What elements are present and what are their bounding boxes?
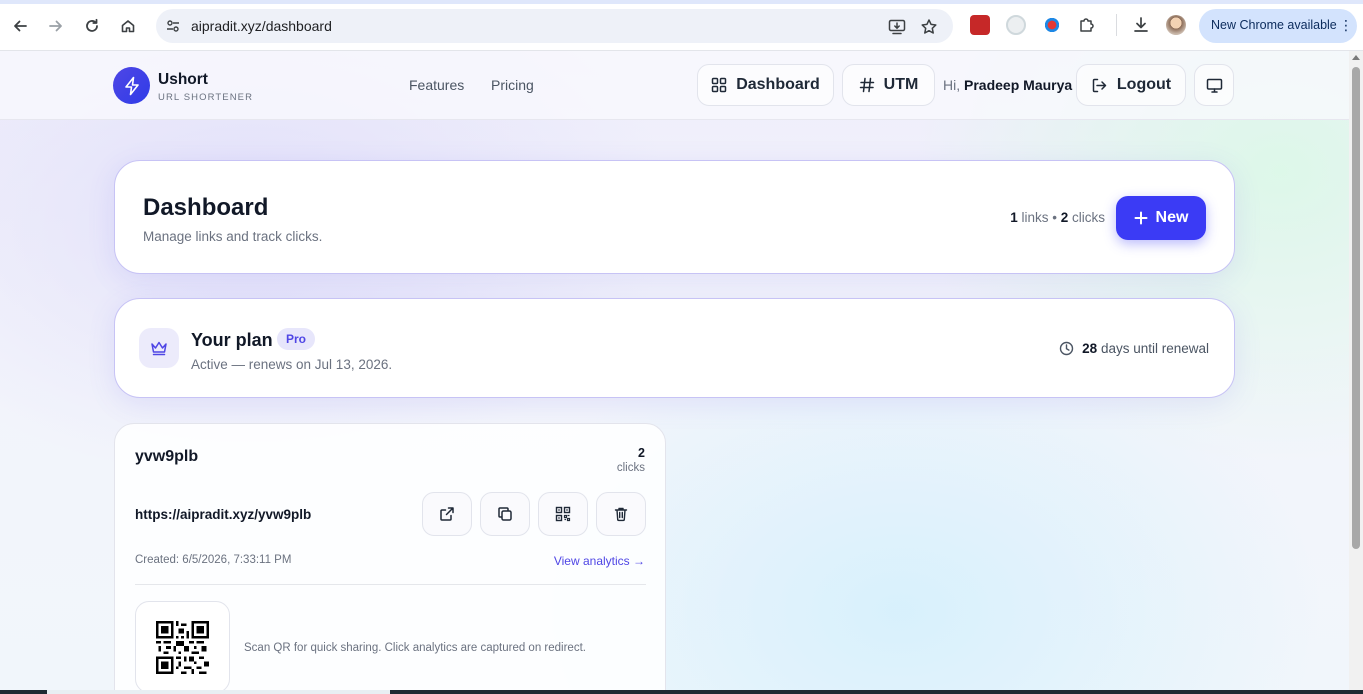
forward-icon[interactable] (42, 12, 70, 40)
brand-name[interactable]: Ushort (158, 71, 208, 89)
chrome-update-button[interactable]: New Chrome available ⋮ (1199, 9, 1357, 43)
grid-icon (711, 77, 727, 93)
clicks-count: 2 (1060, 210, 1069, 225)
logout-button[interactable]: Logout (1076, 64, 1186, 106)
qr-icon (555, 506, 571, 522)
chrome-update-label: New Chrome available (1211, 18, 1337, 32)
user-greeting: Hi, Pradeep Maurya (943, 77, 1073, 93)
link-click-stats: 1 links • 2 clicks (1010, 210, 1105, 225)
plan-badge: Pro (277, 328, 316, 350)
link-clicks-label: clicks (616, 462, 645, 474)
qr-note: Scan QR for quick sharing. Click analyti… (244, 642, 586, 654)
extension-circle-icon[interactable] (1006, 15, 1026, 35)
back-icon[interactable] (6, 12, 34, 40)
taskbar-strip (0, 690, 1363, 694)
clicks-label: clicks (1072, 210, 1105, 225)
trash-icon (614, 507, 628, 522)
links-label: links • (1021, 210, 1057, 225)
dashboard-card: Dashboard Manage links and track clicks.… (114, 160, 1235, 274)
plan-card: Your plan Pro Active — renews on Jul 13,… (114, 298, 1235, 398)
monitor-icon (1206, 78, 1222, 93)
user-name: Pradeep Maurya (964, 77, 1073, 93)
extension-lens-icon[interactable] (1042, 15, 1062, 35)
delete-link-button[interactable] (596, 492, 646, 536)
site-settings-icon[interactable] (164, 17, 182, 35)
install-app-icon[interactable] (887, 17, 907, 37)
renewal-days: 28 (1082, 341, 1098, 356)
short-url[interactable]: https://aipradit.xyz/yvw9plb (135, 507, 311, 522)
url-text[interactable]: aipradit.xyz/dashboard (191, 18, 332, 34)
qr-code-image (135, 601, 230, 693)
site-header: Ushort URL SHORTENER Features Pricing Da… (0, 51, 1349, 120)
logout-icon (1092, 78, 1107, 92)
renewal-label: days until renewal (1100, 341, 1209, 356)
downloads-icon[interactable] (1131, 15, 1151, 35)
nav-features-link[interactable]: Features (409, 77, 464, 93)
link-slug: yvw9plb (135, 448, 199, 465)
bookmark-star-icon[interactable] (919, 17, 939, 37)
hash-icon (859, 77, 874, 93)
qr-code-button[interactable] (538, 492, 588, 536)
open-link-button[interactable] (422, 492, 472, 536)
link-card: yvw9plb 2 clicks https://aipradit.xyz/yv… (114, 423, 666, 694)
logout-button-label: Logout (1116, 76, 1172, 93)
reload-icon[interactable] (78, 12, 106, 40)
home-icon[interactable] (114, 12, 142, 40)
crown-icon (139, 328, 179, 368)
page-title: Dashboard (143, 194, 269, 221)
new-link-button[interactable]: New (1116, 196, 1206, 240)
copy-link-button[interactable] (480, 492, 530, 536)
clock-icon (1059, 341, 1074, 356)
page-scrollbar[interactable] (1349, 51, 1363, 694)
page-subtitle: Manage links and track clicks. (143, 229, 323, 244)
external-link-icon (440, 507, 454, 521)
dashboard-button[interactable]: Dashboard (697, 64, 834, 106)
dashboard-button-label: Dashboard (736, 76, 820, 93)
view-analytics-link[interactable]: View analytics → (554, 554, 645, 568)
links-count: 1 (1010, 210, 1018, 225)
scrollbar-thumb[interactable] (1352, 67, 1360, 549)
plus-icon (1134, 211, 1148, 225)
address-bar[interactable]: aipradit.xyz/dashboard (156, 9, 953, 43)
theme-toggle-button[interactable] (1194, 64, 1234, 106)
page-viewport: Ushort URL SHORTENER Features Pricing Da… (0, 51, 1349, 694)
profile-avatar[interactable] (1166, 15, 1186, 35)
plan-title: Your plan (191, 330, 273, 350)
extensions-puzzle-icon[interactable] (1077, 15, 1097, 35)
utm-button-label: UTM (883, 76, 919, 93)
toolbar-separator (1116, 14, 1117, 36)
link-created-date: Created: 6/5/2026, 7:33:11 PM (135, 554, 292, 566)
plan-status: Active — renews on Jul 13, 2026. (191, 357, 393, 372)
divider (135, 584, 646, 585)
scroll-up-arrow-icon[interactable] (1352, 55, 1360, 60)
nav-pricing-link[interactable]: Pricing (491, 77, 534, 93)
link-clicks-count: 2 (638, 446, 645, 460)
extension-red-icon[interactable] (970, 15, 990, 35)
more-menu-icon[interactable]: ⋮ (1339, 17, 1353, 34)
taskbar-segment (47, 690, 390, 694)
copy-icon (498, 507, 512, 521)
tab-strip-edge (0, 0, 1363, 4)
new-link-button-label: New (1155, 209, 1189, 226)
bolt-logo-icon[interactable] (113, 67, 150, 104)
renewal-info: 28 days until renewal (1059, 341, 1209, 356)
browser-toolbar: aipradit.xyz/dashboard New Chrome availa… (0, 0, 1363, 51)
brand-tagline: URL SHORTENER (158, 92, 254, 103)
utm-button[interactable]: UTM (842, 64, 935, 106)
